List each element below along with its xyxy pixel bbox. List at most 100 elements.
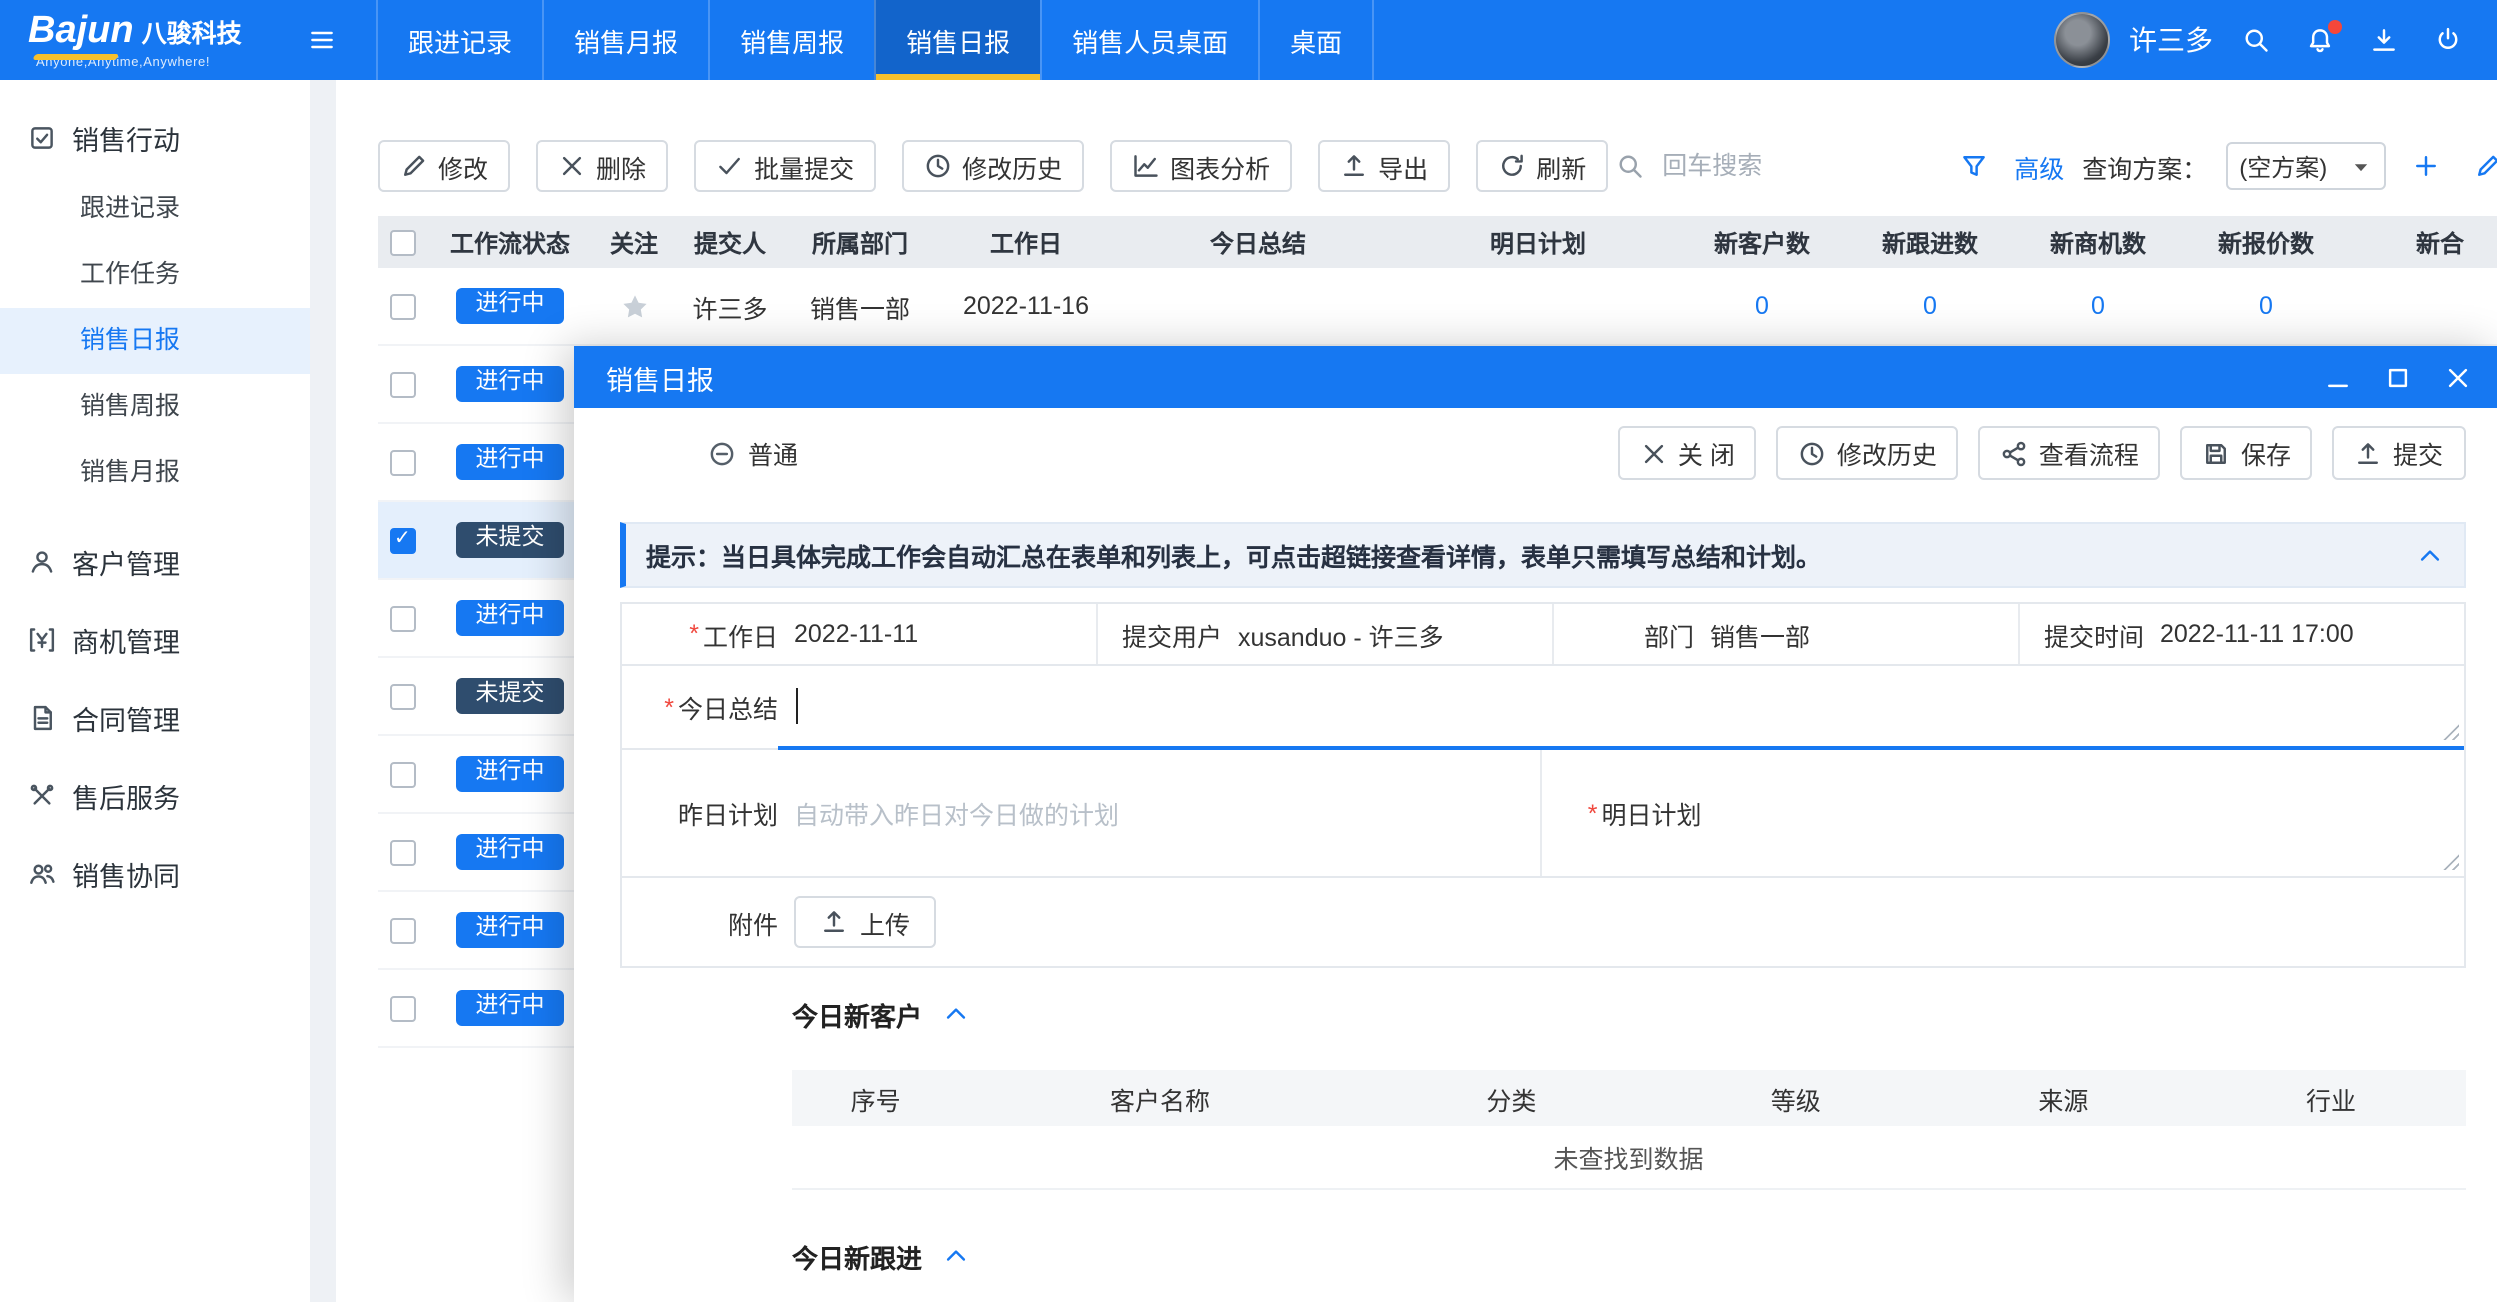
- sidebar-module-商机管理[interactable]: 商机管理: [0, 600, 310, 678]
- row-checkbox[interactable]: [389, 372, 415, 398]
- row-checkbox[interactable]: [389, 606, 415, 632]
- search-icon[interactable]: [2233, 18, 2277, 62]
- summary-input[interactable]: [778, 666, 2463, 750]
- sidebar-item-销售周报[interactable]: 销售周报: [0, 374, 310, 440]
- modal-submit-button[interactable]: 提交: [2333, 426, 2465, 480]
- column-header-工作日[interactable]: 工作日: [934, 225, 1118, 259]
- collapse-hint-icon[interactable]: [2415, 541, 2443, 569]
- column-header-所属部门[interactable]: 所属部门: [786, 225, 934, 259]
- row-checkbox[interactable]: [389, 918, 415, 944]
- column-header-今日总结[interactable]: 今日总结: [1118, 225, 1398, 259]
- toolbar-export-button[interactable]: 导出: [1318, 140, 1450, 192]
- row-checkbox[interactable]: [389, 450, 415, 476]
- sidebar-item-工作任务[interactable]: 工作任务: [0, 242, 310, 308]
- filter-funnel-icon[interactable]: [1952, 144, 1996, 188]
- toolbar-clock-button[interactable]: 修改历史: [902, 140, 1084, 192]
- sidebar-item-销售日报[interactable]: 销售日报: [0, 308, 310, 374]
- search-input[interactable]: [1662, 152, 1846, 180]
- row-checkbox[interactable]: [389, 762, 415, 788]
- modal-save-button[interactable]: 保存: [2181, 426, 2313, 480]
- chevron-up-icon[interactable]: [942, 1000, 970, 1028]
- toolbar-pencil-button[interactable]: 修改: [378, 140, 510, 192]
- row-checkbox[interactable]: [389, 840, 415, 866]
- column-header-工作流状态[interactable]: 工作流状态: [426, 225, 594, 259]
- download-icon[interactable]: [2361, 18, 2405, 62]
- toolbar-close-button[interactable]: 删除: [536, 140, 668, 192]
- top-tab-销售月报[interactable]: 销售月报: [542, 0, 708, 80]
- status-badge: 进行中: [456, 600, 564, 637]
- count-link[interactable]: 0: [1678, 292, 1846, 320]
- sidebar-section-sales-action[interactable]: 销售行动: [0, 100, 310, 176]
- sidebar-item-跟进记录[interactable]: 跟进记录: [0, 176, 310, 242]
- sidebar-module-合同管理[interactable]: 合同管理: [0, 678, 310, 756]
- column-header-明日计划[interactable]: 明日计划: [1398, 225, 1678, 259]
- select-all-checkbox[interactable]: [389, 230, 415, 256]
- column-header-新报价数[interactable]: 新报价数: [2182, 225, 2350, 259]
- sidebar-gutter: [310, 80, 336, 1302]
- sidebar-module-售后服务[interactable]: 售后服务: [0, 756, 310, 834]
- resize-handle[interactable]: [2441, 722, 2459, 740]
- close-icon: [558, 152, 586, 180]
- top-tab-跟进记录[interactable]: 跟进记录: [376, 0, 542, 80]
- add-query-plan-icon[interactable]: [2403, 144, 2447, 188]
- modal-close-button[interactable]: 关 闭: [1618, 426, 1757, 480]
- sidebar-module-销售协同[interactable]: 销售协同: [0, 834, 310, 912]
- toolbar-chart-button[interactable]: 图表分析: [1110, 140, 1292, 192]
- tomorrow-plan-input[interactable]: [1702, 750, 2464, 876]
- submitter-cell: 许三多: [674, 287, 786, 325]
- modal-history-button[interactable]: 修改历史: [1777, 426, 1959, 480]
- top-tab-销售日报[interactable]: 销售日报: [874, 0, 1040, 80]
- count-link[interactable]: 0: [1846, 292, 2014, 320]
- row-checkbox[interactable]: [389, 294, 415, 320]
- chevron-up-icon[interactable]: [942, 1242, 970, 1270]
- top-tab-销售周报[interactable]: 销售周报: [708, 0, 874, 80]
- column-header-提交人[interactable]: 提交人: [674, 225, 786, 259]
- brand-logo[interactable]: Bajun 八骏科技 Anyone,Anytime,Anywhere!: [0, 10, 300, 70]
- sales-daily-modal: 销售日报 普通 关 闭修改历史查看流程保存提交 提示：当日具体完成工作会自动汇总…: [574, 346, 2497, 1302]
- column-header-新商机数[interactable]: 新商机数: [2014, 225, 2182, 259]
- column-header-新客户数[interactable]: 新客户数: [1678, 225, 1846, 259]
- row-checkbox[interactable]: [389, 996, 415, 1022]
- modal-body: 普通 关 闭修改历史查看流程保存提交 提示：当日具体完成工作会自动汇总在表单和列…: [574, 408, 2497, 1302]
- column-header-新合[interactable]: 新合: [2350, 225, 2497, 259]
- edit-query-plan-icon[interactable]: [2465, 144, 2497, 188]
- row-checkbox[interactable]: [389, 528, 415, 554]
- notifications-icon[interactable]: [2297, 18, 2341, 62]
- close-icon[interactable]: [2441, 361, 2473, 393]
- resize-handle[interactable]: [2441, 852, 2459, 870]
- top-tab-销售人员桌面[interactable]: 销售人员桌面: [1040, 0, 1258, 80]
- username[interactable]: 许三多: [2129, 20, 2213, 60]
- avatar[interactable]: [2053, 12, 2109, 68]
- workday-value[interactable]: 2022-11-11: [778, 604, 918, 664]
- advanced-filter-link[interactable]: 高级: [2014, 147, 2064, 185]
- section-title-今日新客户[interactable]: 今日新客户: [792, 992, 2465, 1036]
- column-header-关注[interactable]: 关注: [594, 225, 674, 259]
- upload-button[interactable]: 上传: [794, 896, 936, 948]
- status-badge: 进行中: [456, 990, 564, 1027]
- logout-power-icon[interactable]: [2425, 18, 2469, 62]
- star-icon[interactable]: [619, 291, 649, 321]
- status-badge: 进行中: [456, 288, 564, 325]
- top-tab-桌面[interactable]: 桌面: [1258, 0, 1374, 80]
- maximize-icon[interactable]: [2381, 361, 2413, 393]
- toolbar-refresh-button[interactable]: 刷新: [1476, 140, 1608, 192]
- list-toolbar-buttons: 修改删除批量提交修改历史图表分析导出刷新: [378, 140, 1608, 192]
- sidebar-item-销售月报[interactable]: 销售月报: [0, 440, 310, 506]
- column-header-新跟进数[interactable]: 新跟进数: [1846, 225, 2014, 259]
- modal-titlebar: 销售日报: [574, 346, 2497, 408]
- section-column-行业: 行业: [2197, 1079, 2465, 1117]
- sidebar-module-客户管理[interactable]: 客户管理: [0, 522, 310, 600]
- menu-toggle-icon[interactable]: [300, 18, 344, 62]
- form-mode-toggle[interactable]: 普通: [708, 434, 798, 472]
- query-plan-select[interactable]: (空方案): [2225, 142, 2385, 190]
- row-checkbox[interactable]: [389, 684, 415, 710]
- count-link[interactable]: 0: [2182, 292, 2350, 320]
- upload-icon: [820, 908, 848, 936]
- yesterday-plan-input[interactable]: 自动带入昨日对今日做的计划: [778, 750, 1542, 876]
- table-row[interactable]: 进行中许三多销售一部2022-11-160000: [378, 268, 2497, 346]
- modal-view-flow-button[interactable]: 查看流程: [1979, 426, 2161, 480]
- minimize-icon[interactable]: [2321, 361, 2353, 393]
- toolbar-check-button[interactable]: 批量提交: [694, 140, 876, 192]
- section-title-今日新跟进[interactable]: 今日新跟进: [792, 1234, 2465, 1278]
- count-link[interactable]: 0: [2014, 292, 2182, 320]
